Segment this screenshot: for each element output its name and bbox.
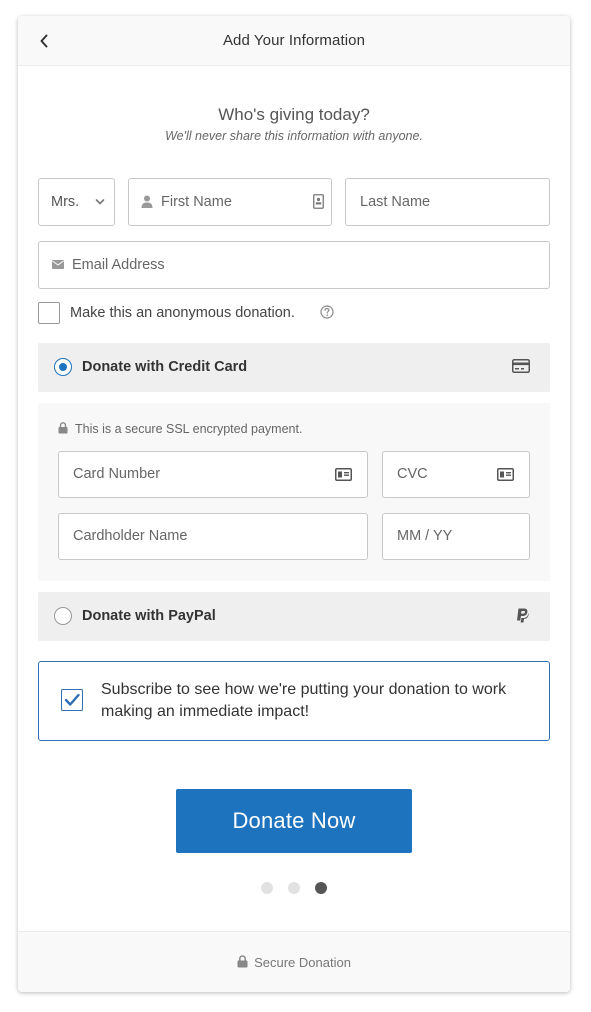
email-placeholder: Email Address: [72, 257, 165, 273]
privacy-note: We'll never share this information with …: [165, 129, 423, 143]
footer: Secure Donation: [18, 931, 570, 992]
subscribe-checkbox[interactable]: [61, 689, 83, 711]
checkmark-icon: [64, 693, 80, 706]
anonymous-label: Make this an anonymous donation.: [70, 305, 295, 321]
help-icon[interactable]: [320, 305, 334, 324]
cvc-placeholder: CVC: [397, 466, 428, 482]
expiry-placeholder: MM / YY: [397, 528, 453, 544]
header: Add Your Information: [18, 16, 570, 66]
card-number-placeholder: Card Number: [73, 466, 161, 482]
email-field[interactable]: Email Address: [38, 241, 550, 289]
paypal-label: Donate with PayPal: [82, 608, 216, 624]
step-indicator: [18, 882, 570, 894]
credit-card-label: Donate with Credit Card: [82, 359, 248, 375]
credit-card-radio[interactable]: [54, 358, 72, 376]
person-icon: [141, 195, 153, 208]
first-name-placeholder: First Name: [161, 194, 232, 210]
step-dot[interactable]: [288, 882, 300, 894]
first-name-field[interactable]: First Name: [128, 178, 332, 226]
salutation-value: Mrs.: [51, 194, 80, 210]
step-dot[interactable]: [261, 882, 273, 894]
cardholder-placeholder: Cardholder Name: [73, 528, 188, 544]
salutation-select[interactable]: Mrs.: [38, 178, 115, 226]
donate-now-button[interactable]: Donate Now: [176, 789, 412, 853]
card-number-field[interactable]: Card Number: [58, 451, 368, 498]
paypal-radio[interactable]: [54, 607, 72, 625]
envelope-icon: [52, 260, 64, 269]
ssl-note: This is a secure SSL encrypted payment.: [75, 422, 303, 436]
page-title: Add Your Information: [222, 32, 366, 49]
card-id-icon: [335, 468, 352, 481]
secure-donation-label: Secure Donation: [18, 955, 570, 970]
paypal-option[interactable]: Donate with PayPal: [38, 592, 550, 641]
lock-icon: [58, 421, 68, 439]
chevron-down-icon: [95, 198, 105, 206]
contact-card-icon: [313, 194, 324, 209]
card-id-icon: [497, 468, 514, 481]
last-name-field[interactable]: Last Name: [345, 178, 550, 226]
subscribe-box: Subscribe to see how we're putting your …: [38, 661, 550, 741]
donation-card: Add Your Information Who's giving today?…: [18, 16, 570, 992]
expiry-field[interactable]: MM / YY: [382, 513, 530, 560]
last-name-placeholder: Last Name: [360, 194, 431, 210]
anonymous-checkbox[interactable]: [38, 302, 60, 324]
footer-text: Secure Donation: [254, 955, 351, 970]
cvc-field[interactable]: CVC: [382, 451, 530, 498]
cardholder-name-field[interactable]: Cardholder Name: [58, 513, 368, 560]
subscribe-text: Subscribe to see how we're putting your …: [101, 681, 507, 720]
step-dot-active[interactable]: [315, 882, 327, 894]
form-heading: Who's giving today?: [218, 105, 370, 124]
paypal-icon: [516, 608, 529, 628]
lock-icon: [237, 955, 248, 968]
credit-card-icon: [512, 359, 530, 378]
credit-card-option[interactable]: Donate with Credit Card: [38, 343, 550, 392]
